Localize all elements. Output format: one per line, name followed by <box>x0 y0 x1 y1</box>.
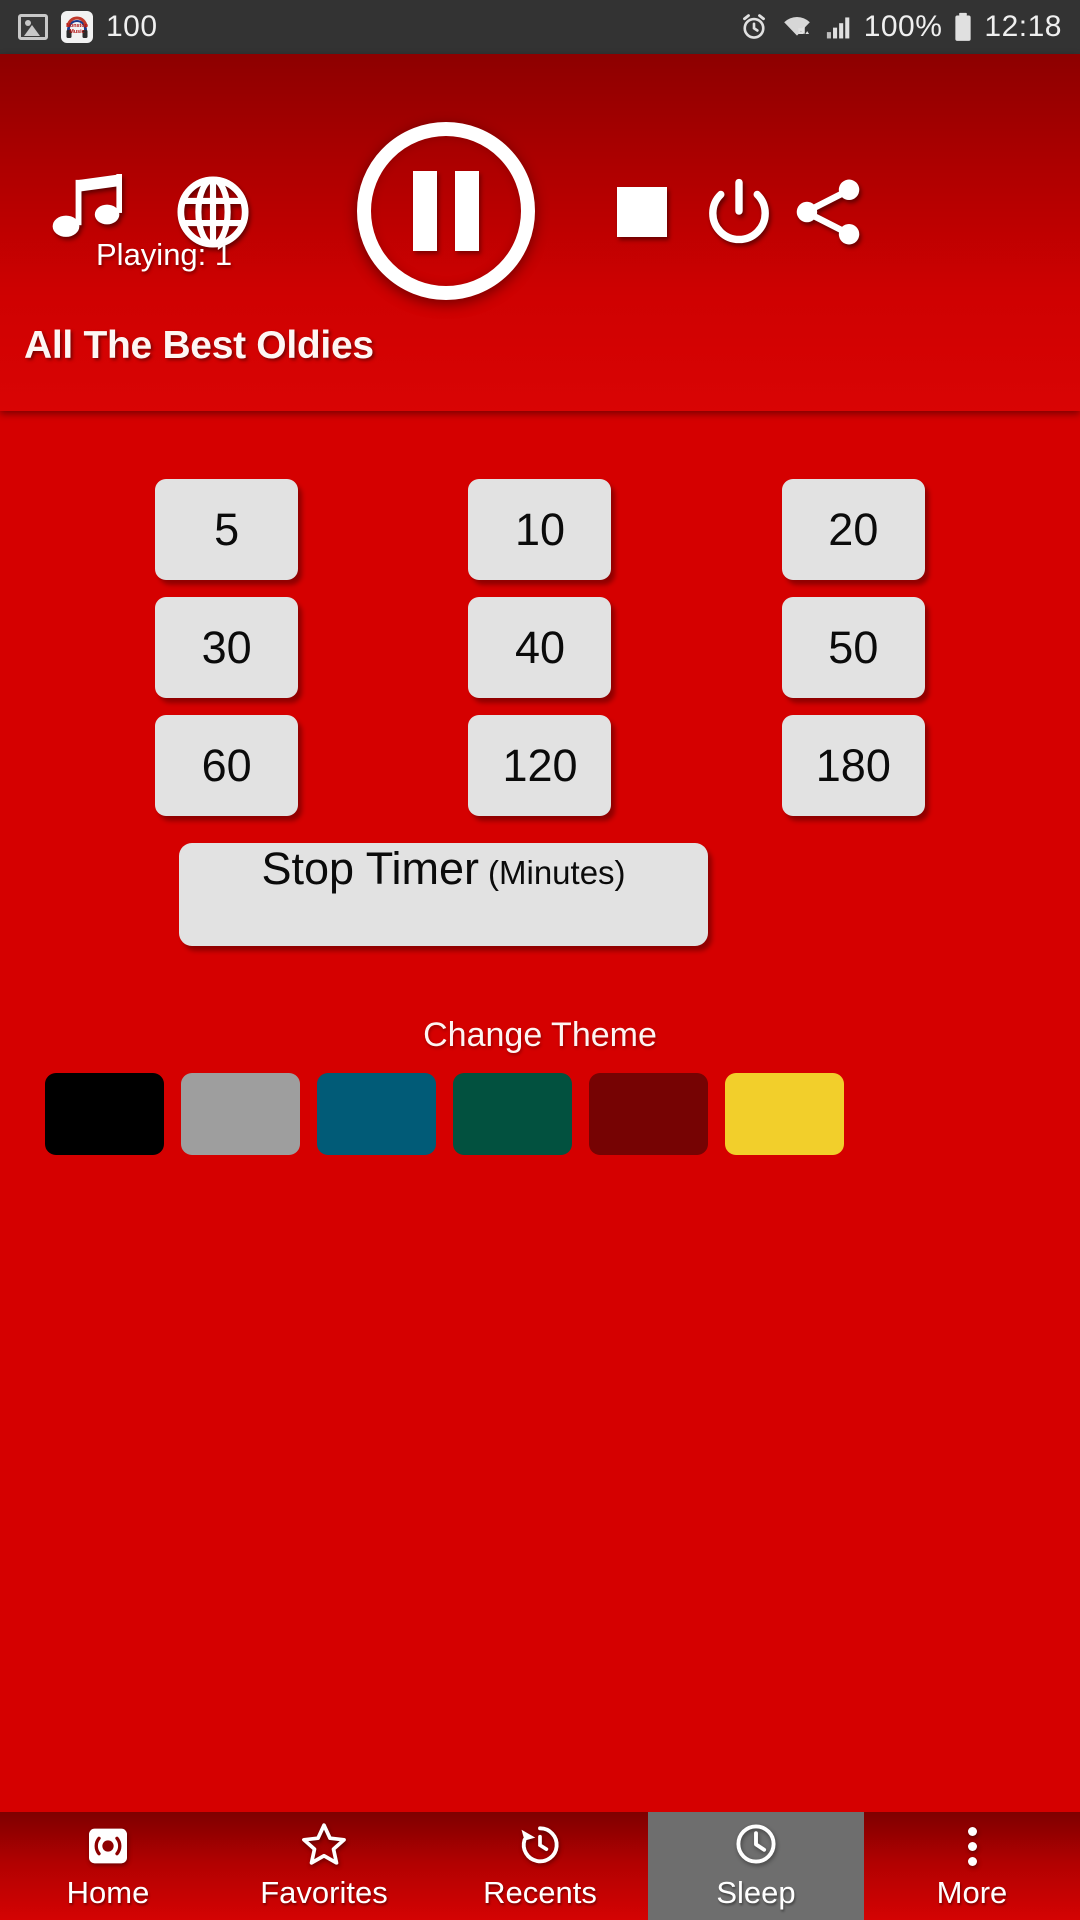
clock-icon <box>734 1822 778 1866</box>
alarm-icon <box>742 14 765 39</box>
music-note-icon[interactable] <box>50 174 130 246</box>
pause-bar-left <box>413 171 437 251</box>
status-bar-right: 100% 12:18 <box>739 10 1062 44</box>
player-header: Playing: 1 All The Best Oldies <box>0 54 1080 411</box>
svg-text:Music: Music <box>69 29 84 35</box>
timer-option-button[interactable]: 50 <box>781 597 925 698</box>
nav-label: More <box>936 1874 1008 1910</box>
star-icon <box>301 1822 347 1866</box>
radio-icon <box>86 1822 130 1866</box>
stop-timer-button[interactable]: Stop Timer (Minutes) <box>179 843 708 946</box>
signal-icon <box>826 17 849 39</box>
nav-item-favorites[interactable]: Favorites <box>216 1812 432 1920</box>
stop-timer-label: Stop Timer <box>261 843 480 894</box>
playing-status-label: Playing: 1 <box>96 237 233 272</box>
nonstop-music-app-icon: Nonstop Music <box>61 11 93 43</box>
timer-option-button[interactable]: 10 <box>468 479 612 580</box>
share-icon[interactable] <box>790 174 866 250</box>
timer-option-button[interactable]: 120 <box>468 715 612 816</box>
timer-option-button[interactable]: 180 <box>781 715 925 816</box>
app-root: Nonstop Music 100 100% 12:18 Playing: 1 … <box>0 0 1080 1920</box>
timer-option-button[interactable]: 40 <box>468 597 612 698</box>
pause-bar-right <box>455 171 479 251</box>
battery-percent: 100% <box>863 10 943 43</box>
status-bar: Nonstop Music 100 100% 12:18 <box>0 0 1080 54</box>
battery-icon <box>955 12 972 41</box>
wifi-icon <box>783 17 810 36</box>
status-bar-left: Nonstop Music 100 <box>18 10 158 44</box>
nav-label: Home <box>66 1874 150 1910</box>
nav-label: Favorites <box>260 1874 388 1910</box>
station-title: All The Best Oldies <box>24 324 374 367</box>
theme-swatch[interactable] <box>589 1073 708 1155</box>
change-theme-label: Change Theme <box>423 1016 657 1054</box>
stop-timer-unit: (Minutes) <box>488 854 626 891</box>
play-pause-button[interactable] <box>357 122 535 300</box>
nav-item-more[interactable]: More <box>864 1812 1080 1920</box>
clock-time: 12:18 <box>984 10 1062 43</box>
nav-label: Sleep <box>716 1874 796 1910</box>
timer-option-button[interactable]: 60 <box>155 715 299 816</box>
sleep-timer-panel: 5 10 20 30 40 50 60 120 180 Stop Timer (… <box>0 411 1080 1812</box>
notification-count: 100 <box>106 10 158 43</box>
image-icon <box>18 14 48 40</box>
timer-option-button[interactable]: 30 <box>155 597 299 698</box>
theme-swatch[interactable] <box>453 1073 572 1155</box>
more-vert-icon <box>967 1822 977 1866</box>
theme-swatch[interactable] <box>181 1073 300 1155</box>
history-icon <box>518 1822 562 1866</box>
theme-swatch[interactable] <box>317 1073 436 1155</box>
theme-swatch[interactable] <box>45 1073 164 1155</box>
timer-options-grid: 5 10 20 30 40 50 60 120 180 <box>0 479 1080 816</box>
nav-label: Recents <box>483 1874 597 1910</box>
theme-swatch-list <box>45 1073 844 1155</box>
bottom-navigation: Home Favorites Recents Sleep More <box>0 1812 1080 1920</box>
nav-item-home[interactable]: Home <box>0 1812 216 1920</box>
timer-option-button[interactable]: 5 <box>155 479 299 580</box>
nav-item-sleep[interactable]: Sleep <box>648 1812 864 1920</box>
stop-square-icon[interactable] <box>610 180 674 244</box>
nav-item-recents[interactable]: Recents <box>432 1812 648 1920</box>
power-icon[interactable] <box>702 174 776 248</box>
timer-option-button[interactable]: 20 <box>781 479 925 580</box>
theme-swatch[interactable] <box>725 1073 844 1155</box>
